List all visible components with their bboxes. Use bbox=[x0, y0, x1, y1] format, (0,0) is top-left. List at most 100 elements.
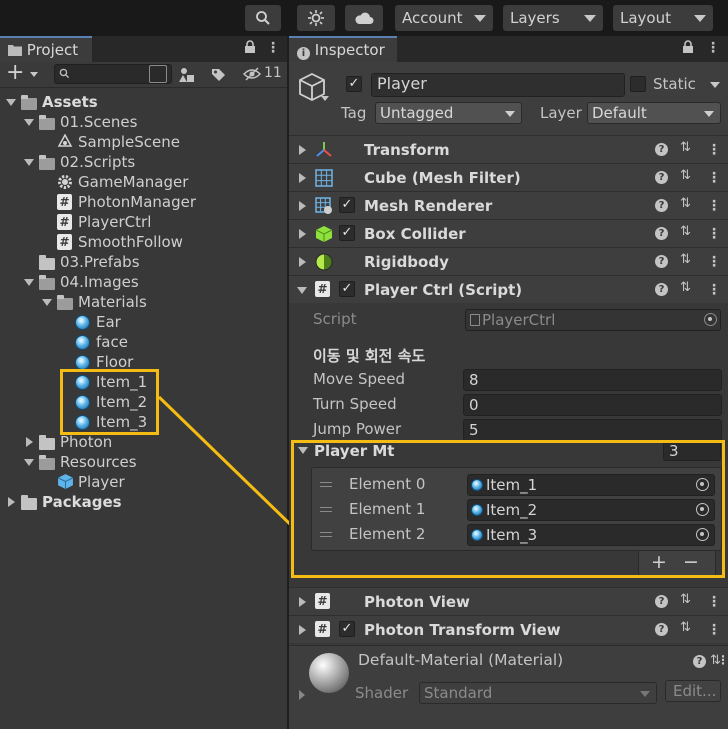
foldout-right-icon[interactable] bbox=[299, 257, 306, 267]
component-header[interactable]: # Photon View? ⇅ ⋮ bbox=[289, 587, 728, 615]
settings-icon[interactable]: ⇅ bbox=[680, 252, 691, 267]
property-label: Jump Power bbox=[313, 420, 402, 438]
settings-icon[interactable]: ⇅ bbox=[680, 140, 691, 155]
kebab-menu-icon[interactable]: ⋮ bbox=[707, 595, 721, 609]
layer-dropdown[interactable]: Default bbox=[587, 102, 721, 124]
foldout-right-icon[interactable] bbox=[299, 145, 306, 155]
script-icon: # bbox=[315, 593, 330, 609]
foldout-right-icon[interactable] bbox=[299, 201, 306, 211]
chevron-down-icon bbox=[640, 691, 650, 697]
help-icon[interactable]: ? bbox=[693, 655, 706, 668]
help-icon[interactable]: ? bbox=[655, 283, 668, 296]
settings-icon[interactable]: ⇅ bbox=[680, 280, 691, 295]
component-enabled-checkbox[interactable]: ✓ bbox=[339, 225, 355, 241]
component-title: Cube (Mesh Filter) bbox=[364, 169, 521, 187]
static-checkbox[interactable] bbox=[630, 76, 646, 92]
inspector-panel: i Inspector ⋮ ✓ Player Static Tag Untagg… bbox=[289, 36, 728, 729]
inspector-tabbar: i Inspector ⋮ bbox=[289, 36, 728, 62]
script-icon: # bbox=[315, 281, 330, 297]
object-picker-icon[interactable] bbox=[704, 313, 717, 326]
component-title: Photon View bbox=[364, 593, 470, 611]
component-title: Transform bbox=[364, 141, 450, 159]
component-title: Player Ctrl (Script) bbox=[364, 281, 523, 299]
tab-inspector[interactable]: i Inspector bbox=[289, 36, 397, 62]
property-value-field[interactable]: 0 bbox=[463, 394, 722, 416]
tag-label: Tag bbox=[341, 104, 367, 122]
help-icon[interactable]: ? bbox=[655, 623, 668, 636]
component-header[interactable]: # ✓ Photon Transform View? ⇅ ⋮ bbox=[289, 615, 728, 643]
kebab-menu-icon[interactable]: ⋮ bbox=[707, 623, 721, 637]
settings-icon[interactable]: ⇅ bbox=[680, 620, 691, 635]
chevron-down-icon bbox=[704, 111, 714, 117]
component-header[interactable]: # ✓ Player Ctrl (Script)? ⇅ ⋮ bbox=[289, 275, 728, 303]
foldout-right-icon[interactable] bbox=[299, 229, 306, 239]
settings-icon[interactable]: ⇅ bbox=[680, 168, 691, 183]
tag-dropdown[interactable]: Untagged bbox=[375, 102, 522, 124]
kebab-menu-icon[interactable]: ⋮ bbox=[707, 227, 721, 241]
help-icon[interactable]: ? bbox=[655, 199, 668, 212]
foldout-right-icon[interactable] bbox=[299, 173, 306, 183]
active-checkbox[interactable]: ✓ bbox=[346, 76, 362, 92]
settings-icon[interactable]: ⇅ bbox=[680, 224, 691, 239]
kebab-menu-icon[interactable]: ⋮ bbox=[707, 199, 721, 213]
layer-value: Default bbox=[592, 104, 647, 122]
help-icon[interactable]: ? bbox=[655, 171, 668, 184]
edit-shader-button[interactable]: Edit... bbox=[665, 680, 721, 702]
lock-icon[interactable] bbox=[682, 40, 694, 58]
help-icon[interactable]: ? bbox=[655, 227, 668, 240]
component-enabled-checkbox[interactable]: ✓ bbox=[339, 621, 355, 637]
chevron-down-icon[interactable] bbox=[710, 82, 720, 88]
script-value: PlayerCtrl bbox=[482, 311, 556, 329]
settings-icon[interactable]: ⇅ bbox=[680, 196, 691, 211]
component-header[interactable]: ✓ Mesh Renderer? ⇅ ⋮ bbox=[289, 191, 728, 219]
help-icon[interactable]: ? bbox=[655, 255, 668, 268]
kebab-menu-icon[interactable]: ⋮ bbox=[707, 171, 721, 185]
script-icon: # bbox=[315, 621, 330, 637]
chevron-down-icon bbox=[321, 96, 329, 101]
component-enabled-checkbox[interactable]: ✓ bbox=[339, 197, 355, 213]
material-name: Default-Material (Material) bbox=[358, 651, 564, 669]
info-icon: i bbox=[297, 47, 310, 60]
material-section: Default-Material (Material) ? ⇅ ⋮ Shader… bbox=[289, 645, 728, 729]
kebab-menu-icon[interactable]: ⋮ bbox=[717, 653, 728, 667]
component-header[interactable]: ✓ Box Collider? ⇅ ⋮ bbox=[289, 219, 728, 247]
kebab-menu-icon[interactable]: ⋮ bbox=[707, 143, 721, 157]
component-header[interactable]: Transform? ⇅ ⋮ bbox=[289, 135, 728, 163]
settings-icon[interactable]: ⇅ bbox=[680, 592, 691, 607]
kebab-menu-icon[interactable]: ⋮ bbox=[706, 40, 720, 56]
property-label: Turn Speed bbox=[313, 395, 397, 413]
kebab-menu-icon[interactable]: ⋮ bbox=[707, 283, 721, 297]
component-title: Photon Transform View bbox=[364, 621, 561, 639]
foldout-right-icon[interactable] bbox=[299, 690, 305, 700]
shader-value: Standard bbox=[424, 684, 493, 702]
shader-dropdown[interactable]: Standard bbox=[419, 682, 657, 704]
component-enabled-checkbox[interactable]: ✓ bbox=[339, 281, 355, 297]
object-name-field[interactable]: Player bbox=[371, 73, 625, 97]
foldout-right-icon[interactable] bbox=[299, 625, 306, 635]
box-collider-icon bbox=[315, 225, 333, 247]
tag-value: Untagged bbox=[380, 104, 454, 122]
foldout-right-icon[interactable] bbox=[299, 597, 306, 607]
property-label: Move Speed bbox=[313, 370, 406, 388]
mesh-renderer-icon bbox=[315, 197, 333, 219]
transform-icon bbox=[315, 141, 333, 163]
mesh-filter-icon bbox=[315, 169, 333, 191]
script-file-icon bbox=[470, 314, 480, 326]
chevron-down-icon bbox=[505, 111, 515, 117]
component-title: Rigidbody bbox=[364, 253, 449, 271]
component-title: Box Collider bbox=[364, 225, 466, 243]
shader-label: Shader bbox=[355, 684, 409, 702]
foldout-down-icon[interactable] bbox=[297, 287, 307, 294]
component-header[interactable]: Rigidbody? ⇅ ⋮ bbox=[289, 247, 728, 275]
script-field[interactable]: PlayerCtrl bbox=[465, 309, 721, 331]
object-header: ✓ Player Static Tag Untagged Layer Defau… bbox=[289, 62, 728, 144]
static-label: Static bbox=[653, 75, 696, 93]
kebab-menu-icon[interactable]: ⋮ bbox=[707, 255, 721, 269]
component-header[interactable]: Cube (Mesh Filter)? ⇅ ⋮ bbox=[289, 163, 728, 191]
property-value-field[interactable]: 5 bbox=[463, 419, 722, 441]
rigidbody-icon bbox=[315, 253, 333, 275]
property-value-field[interactable]: 8 bbox=[463, 369, 722, 391]
layer-label: Layer bbox=[540, 104, 582, 122]
help-icon[interactable]: ? bbox=[655, 595, 668, 608]
help-icon[interactable]: ? bbox=[655, 143, 668, 156]
